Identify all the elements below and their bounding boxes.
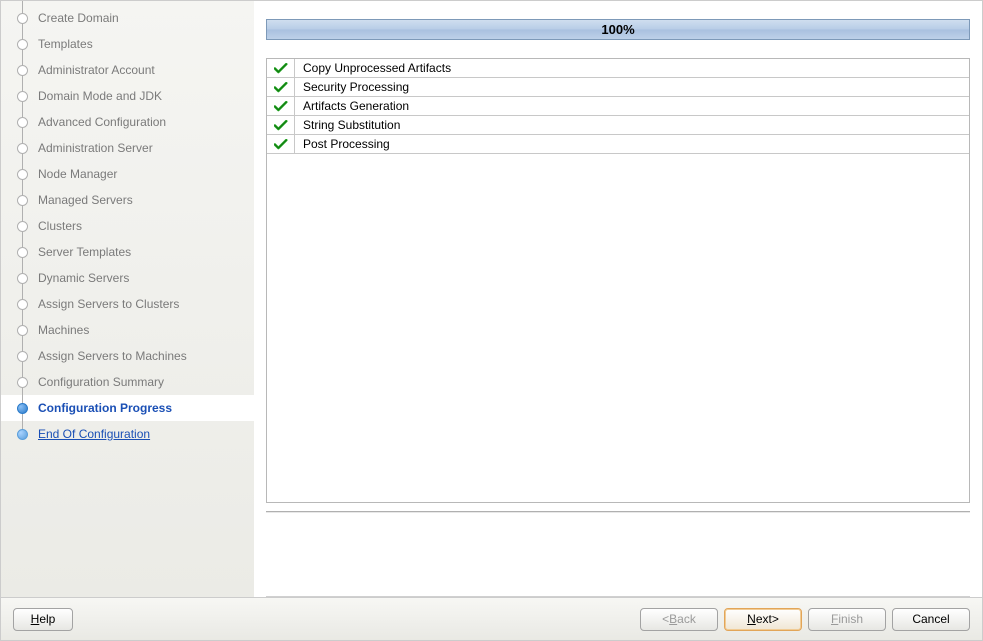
check-icon (267, 116, 295, 134)
wizard-step-7[interactable]: Managed Servers (1, 187, 254, 213)
step-node-icon (17, 429, 28, 440)
wizard-step-label: Advanced Configuration (38, 115, 166, 129)
wizard-step-label: Dynamic Servers (38, 271, 129, 285)
wizard-step-label: Configuration Summary (38, 375, 164, 389)
wizard-step-6[interactable]: Node Manager (1, 161, 254, 187)
content-pane: 100% Copy Unprocessed ArtifactsSecurity … (254, 1, 982, 597)
log-pane[interactable] (266, 511, 970, 597)
wizard-step-label: Configuration Progress (38, 401, 172, 415)
wizard-step-label: Clusters (38, 219, 82, 233)
step-node-icon (17, 351, 28, 362)
wizard-step-label: Assign Servers to Machines (38, 349, 187, 363)
wizard-step-5[interactable]: Administration Server (1, 135, 254, 161)
wizard-step-15[interactable]: Configuration Progress (1, 395, 254, 421)
next-button[interactable]: Next > (724, 608, 802, 631)
step-node-icon (17, 377, 28, 388)
wizard-step-8[interactable]: Clusters (1, 213, 254, 239)
wizard-step-11[interactable]: Assign Servers to Clusters (1, 291, 254, 317)
step-node-icon (17, 273, 28, 284)
step-node-icon (17, 403, 28, 414)
progress-panel: 100% Copy Unprocessed ArtifactsSecurity … (254, 1, 982, 503)
progress-bar: 100% (266, 19, 970, 40)
step-node-icon (17, 117, 28, 128)
check-icon (267, 135, 295, 153)
finish-button: Finish (808, 608, 886, 631)
step-node-icon (17, 221, 28, 232)
wizard-step-label: Server Templates (38, 245, 131, 259)
wizard-step-label: Node Manager (38, 167, 117, 181)
wizard-step-1[interactable]: Templates (1, 31, 254, 57)
task-label: Security Processing (295, 78, 417, 96)
wizard-step-list: Create Domain Templates Administrator Acco… (1, 1, 254, 447)
nav-button-group: < Back Next > Finish Cancel (640, 608, 970, 631)
task-row: Copy Unprocessed Artifacts (267, 59, 969, 78)
wizard-step-label: Domain Mode and JDK (38, 89, 162, 103)
wizard-step-label: End Of Configuration (38, 427, 150, 441)
wizard-sidebar: Create Domain Templates Administrator Acco… (1, 1, 254, 597)
step-node-icon (17, 143, 28, 154)
wizard-step-12[interactable]: Machines (1, 317, 254, 343)
task-list: Copy Unprocessed ArtifactsSecurity Proce… (266, 58, 970, 503)
step-node-icon (17, 39, 28, 50)
wizard-step-label: Managed Servers (38, 193, 133, 207)
wizard-step-label: Administrator Account (38, 63, 155, 77)
step-node-icon (17, 299, 28, 310)
step-node-icon (17, 13, 28, 24)
wizard-step-label: Templates (38, 37, 93, 51)
task-row: Artifacts Generation (267, 97, 969, 116)
wizard-step-0[interactable]: Create Domain (1, 5, 254, 31)
step-node-icon (17, 195, 28, 206)
wizard-step-label: Assign Servers to Clusters (38, 297, 179, 311)
wizard-step-16[interactable]: End Of Configuration (1, 421, 254, 447)
check-icon (267, 97, 295, 115)
wizard-step-4[interactable]: Advanced Configuration (1, 109, 254, 135)
wizard-step-9[interactable]: Server Templates (1, 239, 254, 265)
step-node-icon (17, 91, 28, 102)
footer-bar: Help < Back Next > Finish Cancel (1, 597, 982, 640)
task-label: String Substitution (295, 116, 408, 134)
wizard-step-label: Administration Server (38, 141, 153, 155)
task-row: Post Processing (267, 135, 969, 154)
step-node-icon (17, 325, 28, 336)
wizard-step-10[interactable]: Dynamic Servers (1, 265, 254, 291)
task-label: Artifacts Generation (295, 97, 417, 115)
task-label: Copy Unprocessed Artifacts (295, 59, 459, 77)
wizard-step-3[interactable]: Domain Mode and JDK (1, 83, 254, 109)
help-button[interactable]: Help (13, 608, 73, 631)
step-node-icon (17, 65, 28, 76)
wizard-step-2[interactable]: Administrator Account (1, 57, 254, 83)
check-icon (267, 78, 295, 96)
task-label: Post Processing (295, 135, 398, 153)
step-node-icon (17, 169, 28, 180)
wizard-step-13[interactable]: Assign Servers to Machines (1, 343, 254, 369)
task-row: Security Processing (267, 78, 969, 97)
main-area: Create Domain Templates Administrator Acco… (1, 1, 982, 597)
check-icon (267, 59, 295, 77)
back-button: < Back (640, 608, 718, 631)
progress-percent-label: 100% (267, 20, 969, 39)
step-node-icon (17, 247, 28, 258)
cancel-button[interactable]: Cancel (892, 608, 970, 631)
wizard-step-14[interactable]: Configuration Summary (1, 369, 254, 395)
wizard-step-label: Machines (38, 323, 89, 337)
task-row: String Substitution (267, 116, 969, 135)
wizard-step-label: Create Domain (38, 11, 119, 25)
